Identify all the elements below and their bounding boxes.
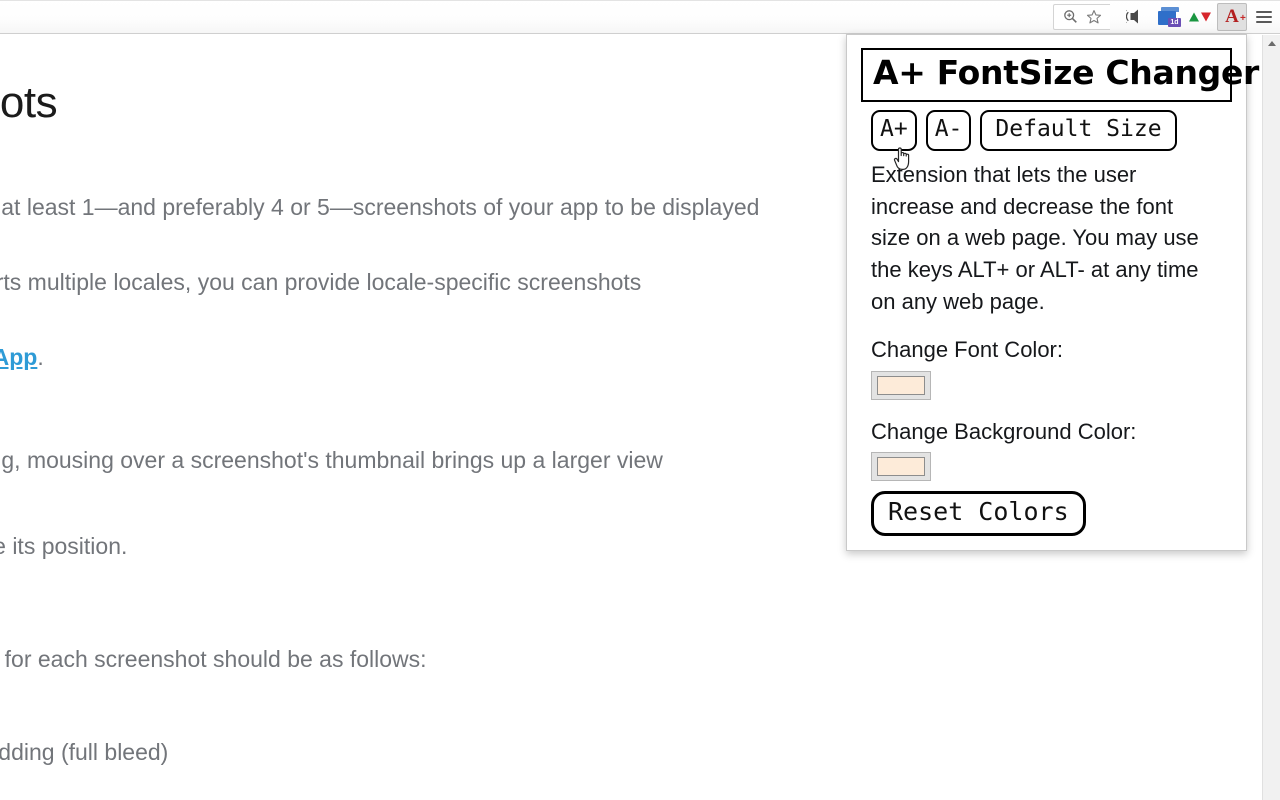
page-paragraph-6: The requirements for each screenshot sho… [0, 646, 427, 673]
font-size-button-row: A+ A- Default Size [871, 109, 1234, 151]
page-paragraph-7: no borders, no padding (full bleed) [0, 739, 169, 766]
toolbar-hairline [0, 0, 1280, 1]
fontsize-changer-popup: A+ FontSize Changer A+ A- Default Size E… [846, 34, 1259, 552]
browser-window: Screenshots You must provide at least 1—… [0, 0, 1280, 800]
default-size-button[interactable]: Default Size [980, 109, 1177, 151]
page-vertical-scrollbar[interactable] [1262, 35, 1280, 800]
bookmark-star-icon[interactable] [1082, 5, 1106, 29]
reset-colors-row: Reset Colors [871, 491, 1222, 537]
font-color-label: Change Font Color: [871, 337, 1063, 363]
font-color-fill [877, 375, 925, 395]
zoom-in-icon[interactable] [1058, 5, 1082, 29]
background-color-swatch[interactable] [871, 452, 931, 482]
updown-arrows-icon[interactable] [1185, 3, 1215, 31]
localizing-your-app-link[interactable]: Localizing Your App [0, 344, 37, 370]
popup-title-text: A+ FontSize Changer [873, 53, 1260, 92]
window-badge-label: 1d [1168, 18, 1181, 27]
browser-toolbar: 1d A + [0, 0, 1280, 34]
scroll-up-arrow-icon[interactable] [1267, 41, 1276, 46]
background-color-fill [877, 457, 925, 477]
fontsize-changer-icon[interactable]: A + [1217, 2, 1247, 31]
link-suffix: . [37, 343, 44, 370]
extension-a-glyph: A [1225, 6, 1239, 27]
decrease-font-button[interactable]: A- [925, 109, 972, 151]
window-1d-icon[interactable]: 1d [1153, 3, 1183, 31]
sound-icon[interactable] [1121, 3, 1151, 31]
increase-font-button[interactable]: A+ [871, 109, 917, 151]
hamburger-lines [1256, 10, 1272, 23]
font-color-swatch[interactable] [871, 370, 931, 400]
background-color-label: Change Background Color: [871, 418, 1137, 444]
reset-colors-button[interactable]: Reset Colors [871, 491, 1086, 537]
extension-plus-glyph: + [1240, 12, 1246, 24]
chrome-menu-icon[interactable] [1249, 3, 1279, 31]
popup-description: Extension that lets the user increase an… [871, 161, 1199, 315]
omnibox-right-cluster [1053, 3, 1110, 30]
popup-title-box: A+ FontSize Changer [861, 48, 1259, 102]
